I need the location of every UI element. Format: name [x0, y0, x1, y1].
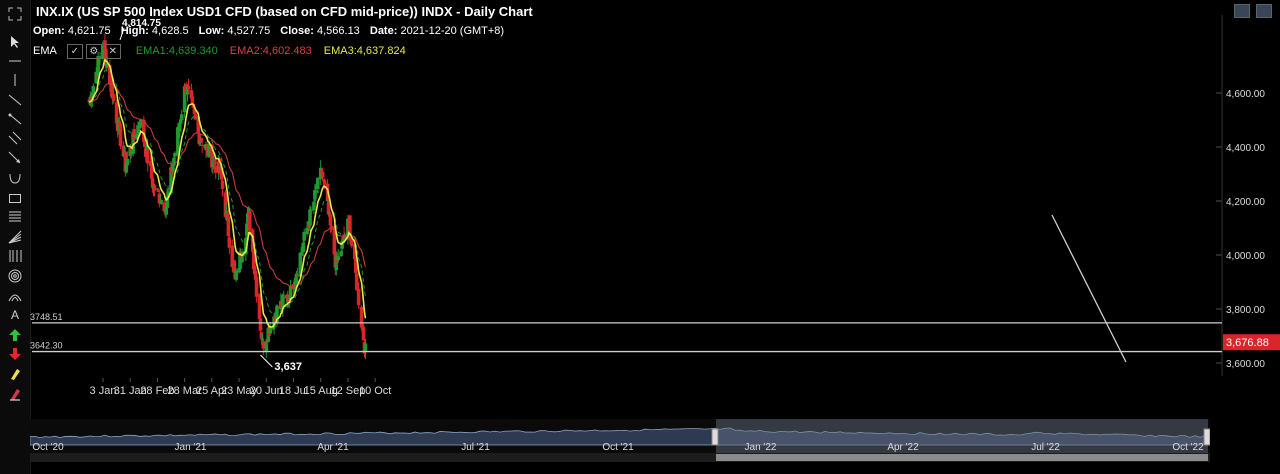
- fullscreen-icon[interactable]: [6, 6, 24, 22]
- top-right-tools: [1234, 4, 1272, 18]
- candle-body: [305, 227, 309, 235]
- candle-body: [336, 256, 341, 260]
- candle-body: [152, 184, 157, 191]
- navigator-left-handle: [711, 428, 719, 446]
- arrow-line-icon[interactable]: [6, 150, 24, 166]
- candle-body: [125, 158, 130, 166]
- date-value: 2021-12-20 (GMT+8): [400, 25, 505, 37]
- candle-body: [118, 123, 123, 147]
- ray-line-icon[interactable]: [6, 111, 24, 127]
- open-label: Open:: [33, 25, 65, 37]
- navigator-label: Oct '20: [32, 442, 64, 453]
- candle-body: [258, 318, 263, 331]
- close-icon[interactable]: ✕: [104, 43, 121, 59]
- navigator-label: Jan '21: [175, 442, 207, 453]
- navigator-label: Jul '21: [461, 442, 490, 453]
- navigator-right-handle: [1203, 428, 1210, 446]
- x-tick-label: 10 Oct: [359, 385, 391, 397]
- eraser-icon[interactable]: [6, 386, 24, 402]
- candle-body: [320, 172, 325, 178]
- high-value: 4,628.5: [151, 25, 189, 37]
- candle-body: [138, 126, 142, 129]
- candle-body: [179, 114, 184, 121]
- ema-indicator-name: EMA: [33, 45, 57, 57]
- screenshot-icon[interactable]: [1234, 4, 1250, 18]
- fibonacci-retracement-icon[interactable]: [6, 209, 24, 225]
- ohlc-readout: Open: 4,621.75 High: 4,628.5 Low: 4,527.…: [33, 25, 511, 37]
- x-tick-label: 3 Jan: [90, 385, 117, 397]
- candle-body: [339, 251, 343, 257]
- candle-body: [328, 214, 333, 226]
- candle-body: [178, 119, 183, 124]
- time-navigator[interactable]: Oct '20 Jan '21 Apr '21 Jul '21 Oct '21 Jan '…: [30, 419, 1210, 462]
- trend-line: [1051, 214, 1127, 363]
- candle-body: [309, 210, 313, 212]
- rectangle-icon[interactable]: [6, 190, 24, 206]
- y-tick-label: 4,000.00: [1226, 251, 1265, 262]
- navigator-label: Jul '22: [1031, 442, 1060, 453]
- fibonacci-fan-icon[interactable]: [6, 229, 24, 245]
- ema-legend: EMA ✓ ⚙ ✕ EMA1:4,639.340 EMA2:4,602.483 …: [33, 43, 406, 59]
- print-icon[interactable]: [1256, 4, 1272, 18]
- trend-line-icon[interactable]: [6, 92, 24, 108]
- fibonacci-timezone-icon[interactable]: [6, 248, 24, 264]
- support-level-label: 3642.30: [30, 341, 63, 351]
- chart-app: A 3,600.00 3,800.00 4,000.00 4,200.00 4,400.…: [0, 0, 1280, 474]
- candle-body: [356, 288, 361, 306]
- navigator-label: Jan '22: [745, 442, 777, 453]
- candle-body: [247, 210, 252, 231]
- check-icon[interactable]: ✓: [66, 43, 83, 59]
- candle-body: [363, 343, 368, 352]
- y-tick-label: 4,600.00: [1226, 89, 1265, 100]
- close-value: 4,566.13: [316, 25, 360, 37]
- low-label: Low:: [198, 25, 225, 37]
- navigator-label: Apr '22: [887, 442, 919, 453]
- fibonacci-circle-icon[interactable]: [6, 268, 24, 284]
- candle-body: [111, 93, 116, 102]
- cursor-arrow-icon[interactable]: [6, 34, 24, 50]
- low-value: 4,527.75: [227, 25, 271, 37]
- chart-title: INX.IX (US SP 500 Index USD1 CFD (based …: [36, 4, 533, 19]
- y-tick-label: 4,200.00: [1226, 197, 1265, 208]
- current-price-value: 3,676.88: [1226, 337, 1269, 349]
- high-label: High:: [120, 25, 149, 37]
- y-tick-label: 4,400.00: [1226, 143, 1265, 154]
- highlighter-icon[interactable]: [6, 366, 24, 382]
- date-label: Date:: [369, 25, 398, 37]
- close-label: Close:: [280, 25, 314, 37]
- candle-body: [316, 177, 320, 190]
- navigator-label: Apr '21: [317, 442, 349, 453]
- horizontal-line-icon[interactable]: [6, 53, 24, 69]
- gear-icon[interactable]: ⚙: [85, 43, 102, 59]
- ema2-value: EMA2:4,602.483: [229, 45, 312, 57]
- low-annotation-label: 3,637: [274, 361, 302, 373]
- ema3-line: [88, 58, 367, 328]
- parallel-channel-icon[interactable]: [6, 130, 24, 146]
- support-level-label: 3748.51: [30, 312, 63, 322]
- fibonacci-arc-icon[interactable]: [6, 287, 24, 303]
- text-tool-icon[interactable]: A: [6, 307, 24, 323]
- candle-body: [220, 180, 225, 189]
- y-tick-label: 3,600.00: [1226, 359, 1265, 370]
- price-chart[interactable]: 3,600.00 3,800.00 4,000.00 4,200.00 4,400.00…: [30, 0, 1280, 474]
- vertical-line-icon[interactable]: [6, 72, 24, 88]
- navigator-label: Oct '21: [602, 442, 634, 453]
- ema3-value: EMA3:4,637.824: [323, 45, 406, 57]
- open-value: 4,621.75: [67, 25, 111, 37]
- ema1-value: EMA1:4,639.340: [135, 45, 218, 57]
- sell-arrow-icon[interactable]: [6, 346, 24, 362]
- arc-icon[interactable]: [6, 170, 24, 186]
- candle-body: [186, 86, 191, 90]
- drawing-toolbar: A: [0, 0, 31, 474]
- navigator-label: Oct '22: [1172, 442, 1204, 453]
- navigator-scrollbar-thumb: [716, 454, 1208, 461]
- y-tick-label: 3,800.00: [1226, 305, 1265, 316]
- buy-arrow-icon[interactable]: [6, 327, 24, 343]
